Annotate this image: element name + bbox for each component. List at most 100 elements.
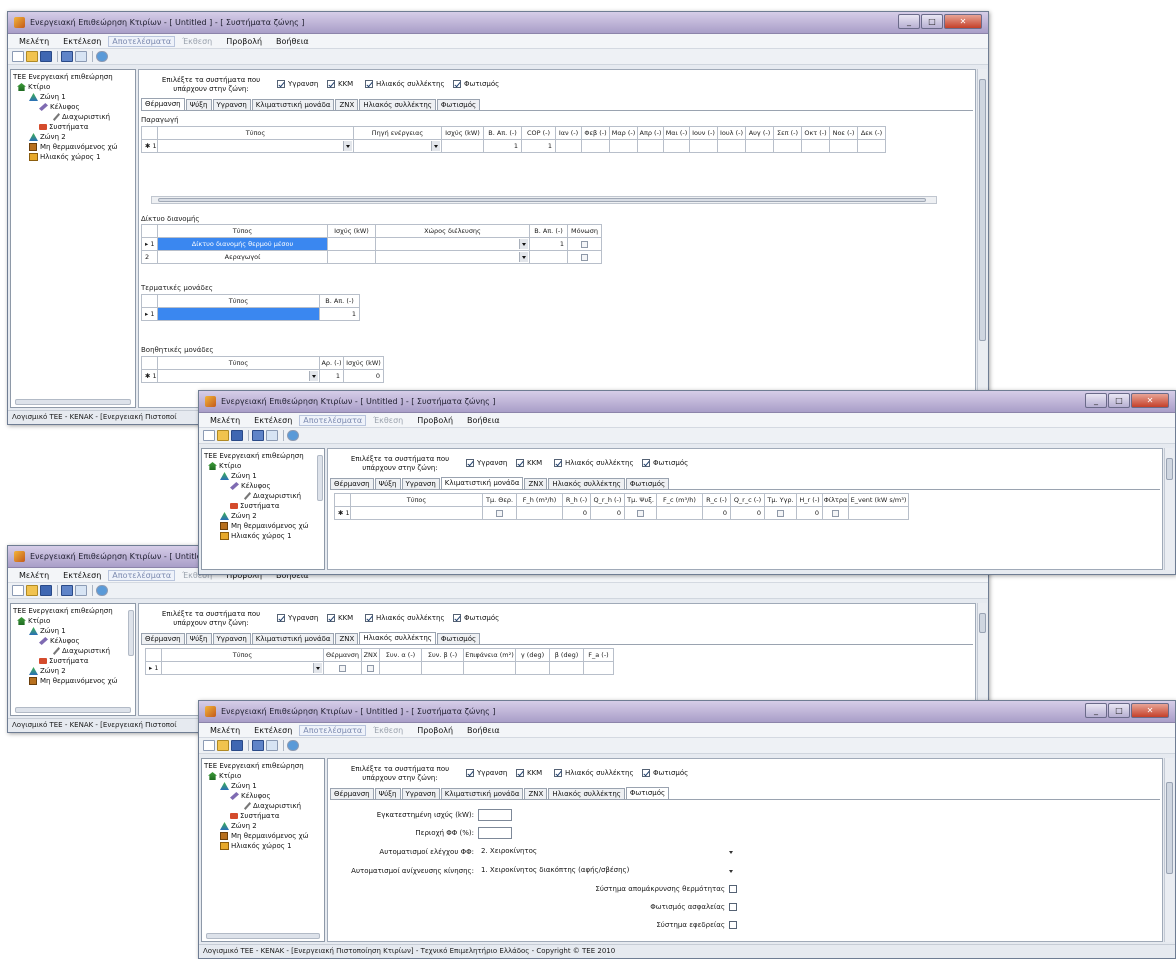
tree-zone2[interactable]: Ζώνη 2 [29,133,66,141]
emergency-lighting-check[interactable]: Φωτισμός ασφαλείας [328,903,740,911]
tab-cooling[interactable]: Ψύξη [185,99,212,110]
minimize-button[interactable]: _ [1085,703,1107,718]
menu-study[interactable]: Μελέτη [203,416,247,425]
help-icon[interactable] [96,51,108,62]
tree-root[interactable]: ΤΕΕ Ενεργειακή επιθεώρηση [204,452,304,460]
production-grid[interactable]: Τύπος Πηγή ενέργειας Ισχύς (kW) Β. Απ. (… [141,126,886,153]
tab-solar-collector[interactable]: Ηλιακός συλλέκτης [548,788,625,799]
humidification-section-checkbox[interactable] [777,509,784,517]
new-file-icon[interactable] [203,430,215,441]
chevron-down-icon[interactable] [431,141,440,151]
tab-solar-collector[interactable]: Ηλιακός συλλέκτης [548,478,625,489]
passage-space-combo[interactable] [376,238,530,251]
maximize-button[interactable]: □ [1108,393,1130,408]
tree-vertical-scrollbar[interactable] [128,610,134,656]
tree-unheated[interactable]: Μη θερμαινόμενος χώ [220,832,309,840]
tree-partitions[interactable]: Διαχωριστική [53,647,110,655]
tab-lighting[interactable]: Φωτισμός [436,633,481,644]
production-horizontal-scrollbar[interactable] [151,196,937,204]
table-row[interactable]: ▸ 1 Δίκτυο διανομής θερμού μέσου 1 [142,238,602,251]
tab-humidification[interactable]: Υγρανση [401,788,440,799]
tree-building[interactable]: Κτίριο [17,83,50,91]
check-humidification[interactable]: Υγρανση [466,769,507,777]
check-solar-collector[interactable]: Ηλιακός συλλέκτης [554,769,634,777]
close-button[interactable]: ✕ [944,14,982,29]
save-icon[interactable] [231,430,243,441]
tab-dhw[interactable]: ΖΝΧ [524,478,548,489]
menu-results[interactable]: Αποτελέσματα [108,35,176,47]
tree-zone2[interactable]: Ζώνη 2 [220,822,257,830]
table-row[interactable]: ✱ 1 0 0 0 0 0 [335,507,909,520]
tree-systems[interactable]: Συστήματα [39,123,88,131]
check-kkm[interactable]: ΚΚΜ [327,80,353,88]
open-folder-icon[interactable] [26,51,38,62]
tree-systems[interactable]: Συστήματα [39,657,88,665]
table-row[interactable]: ✱ 1 1 1 [142,140,886,153]
help-icon[interactable] [287,430,299,441]
ac-unit-grid[interactable]: Τύπος Τμ. Θερ. F_h (m³/h) R_h (-) Q_r_h … [334,493,909,520]
table-row[interactable]: ▸ 1 1 [142,308,360,321]
tab-heating[interactable]: Θέρμανση [330,788,374,799]
check-kkm[interactable]: ΚΚΜ [516,459,542,467]
cooling-section-checkbox[interactable] [637,509,644,517]
filters-checkbox[interactable] [832,509,839,517]
energy-source-combo[interactable] [354,140,442,153]
save-as-icon[interactable] [61,585,73,596]
save-icon[interactable] [40,585,52,596]
tree-unheated[interactable]: Μη θερμαινόμενος χώ [29,143,118,151]
help-icon[interactable] [96,585,108,596]
check-lighting[interactable]: Φωτισμός [453,614,499,622]
project-tree[interactable]: ΤΕΕ Ενεργειακή επιθεώρηση Κτίριο Ζώνη 1 … [201,448,325,570]
check-kkm[interactable]: ΚΚΜ [516,769,542,777]
tree-horizontal-scrollbar[interactable] [15,707,131,713]
tree-horizontal-scrollbar[interactable] [15,399,131,405]
tree-zone1[interactable]: Ζώνη 1 [220,782,257,790]
print-preview-icon[interactable] [75,51,87,62]
check-kkm[interactable]: ΚΚΜ [327,614,353,622]
tree-zone2[interactable]: Ζώνη 2 [220,512,257,520]
maximize-button[interactable]: □ [1108,703,1130,718]
menu-study[interactable]: Μελέτη [203,726,247,735]
chevron-down-icon[interactable] [519,252,528,262]
check-solar-collector[interactable]: Ηλιακός συλλέκτης [554,459,634,467]
table-row[interactable]: ▸ 1 [146,662,614,675]
menu-run[interactable]: Εκτέλεση [247,726,299,735]
menu-help[interactable]: Βοήθεια [269,37,316,46]
save-as-icon[interactable] [61,51,73,62]
minimize-button[interactable]: _ [1085,393,1107,408]
tree-solar-space[interactable]: Ηλιακός χώρος 1 [220,842,292,850]
new-file-icon[interactable] [12,585,24,596]
tab-ac-unit[interactable]: Κλιματιστική μονάδα [251,633,335,644]
tab-ac-unit[interactable]: Κλιματιστική μονάδα [251,99,335,110]
project-tree[interactable]: ΤΕΕ Ενεργειακή επιθεώρηση Κτίριο Ζώνη 1 … [10,603,136,716]
motion-control-select[interactable]: 1. Χειροκίνητος διακόπτης (αφής/σβέσης) [478,865,736,877]
tab-humidification[interactable]: Υγρανση [212,99,251,110]
minimize-button[interactable]: _ [898,14,920,29]
tab-dhw[interactable]: ΖΝΧ [335,633,359,644]
tab-lighting[interactable]: Φωτισμός [625,787,670,799]
tree-systems[interactable]: Συστήματα [230,812,279,820]
print-preview-icon[interactable] [266,430,278,441]
aux-grid[interactable]: Τύπος Αρ. (-) Ισχύς (kW) ✱ 1 1 0 [141,356,384,383]
chevron-down-icon[interactable] [343,141,352,151]
solar-collector-grid[interactable]: Τύπος Θέρμανση ΖΝΧ Συν. α (-) Συν. β (-)… [145,648,614,675]
check-solar-collector[interactable]: Ηλιακός συλλέκτης [365,614,445,622]
tree-solar-space[interactable]: Ηλιακός χώρος 1 [29,153,101,161]
passage-space-combo[interactable] [376,251,530,264]
tab-humidification[interactable]: Υγρανση [401,478,440,489]
tab-heating[interactable]: Θέρμανση [141,633,185,644]
menu-run[interactable]: Εκτέλεση [56,571,108,580]
insulation-checkbox[interactable] [581,240,588,248]
menu-report[interactable]: Έκθεση [366,726,410,735]
check-humidification[interactable]: Υγρανση [277,614,318,622]
tab-heating[interactable]: Θέρμανση [141,98,185,110]
backup-system-check[interactable]: Σύστημα εφεδρείας [328,921,740,929]
chevron-down-icon[interactable] [313,663,322,673]
menu-study[interactable]: Μελέτη [12,37,56,46]
tree-building[interactable]: Κτίριο [208,462,241,470]
tree-partitions[interactable]: Διαχωριστική [53,113,110,121]
tree-unheated[interactable]: Μη θερμαινόμενος χώ [29,677,118,685]
check-humidification[interactable]: Υγρανση [277,80,318,88]
tree-horizontal-scrollbar[interactable] [206,933,320,939]
menu-results[interactable]: Αποτελέσματα [108,569,176,581]
